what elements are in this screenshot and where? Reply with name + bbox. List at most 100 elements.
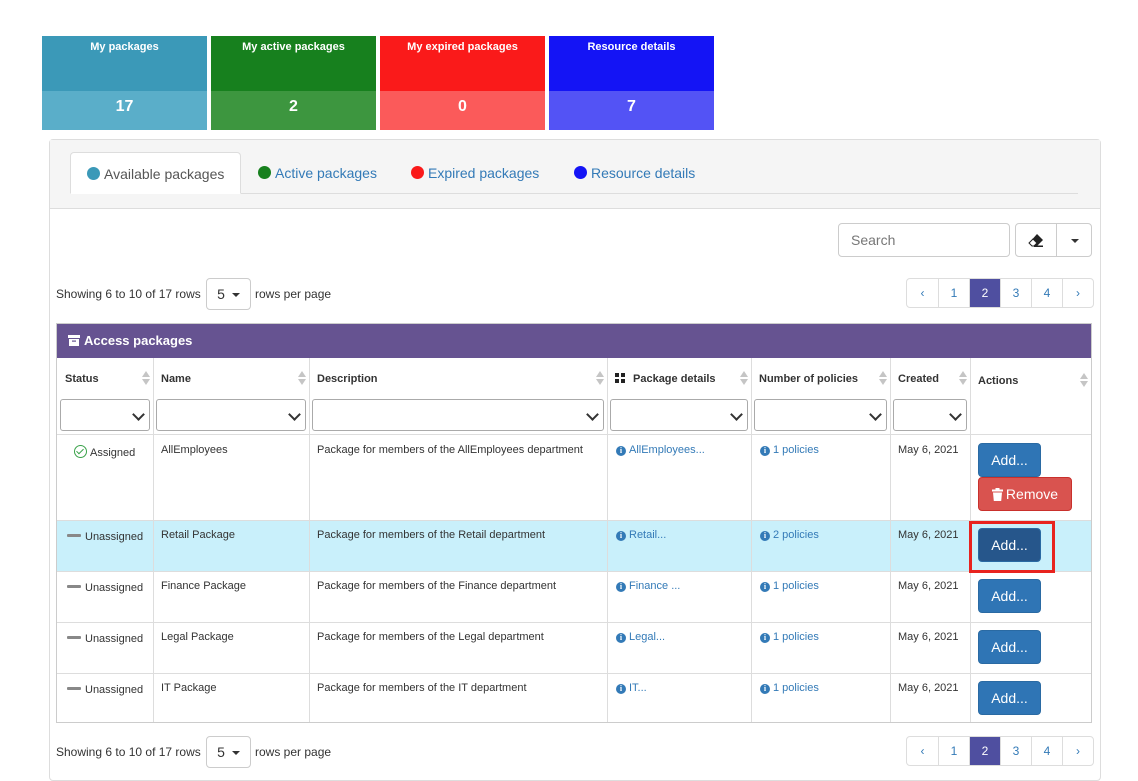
status-text: Unassigned xyxy=(85,684,144,696)
tile-label: My active packages xyxy=(211,36,376,91)
policies-filter-select[interactable] xyxy=(754,399,887,431)
page-size-value: 5 xyxy=(217,744,225,760)
tile-my-active-packages[interactable]: My active packages 2 xyxy=(211,36,376,130)
tab-label: Resource details xyxy=(591,165,696,181)
description-cell: Package for members of the AllEmployees … xyxy=(317,444,583,456)
package-details-link[interactable]: i Retail... xyxy=(616,529,666,541)
sort-icon xyxy=(740,371,748,387)
policies-link[interactable]: i2 policies xyxy=(760,529,819,541)
info-icon: i xyxy=(616,446,626,456)
package-details-link[interactable]: i IT... xyxy=(616,682,647,694)
created-filter-select[interactable] xyxy=(893,399,967,431)
link-text: 1 policies xyxy=(773,631,819,643)
tab-label: Expired packages xyxy=(428,165,540,181)
info-icon: i xyxy=(760,446,770,456)
columns-dropdown-button[interactable] xyxy=(1056,223,1092,257)
chevron-down-icon xyxy=(288,408,301,421)
remove-label: Remove xyxy=(1005,486,1059,502)
created-cell: May 6, 2021 xyxy=(898,631,959,643)
package-details-link[interactable]: i AllEmployees... xyxy=(616,444,705,456)
policies-link[interactable]: i1 policies xyxy=(760,444,819,456)
page-3-button[interactable]: 3 xyxy=(1000,279,1031,307)
sort-icon xyxy=(596,371,604,387)
page-size-select[interactable]: 5 xyxy=(206,736,251,768)
info-icon: i xyxy=(760,531,770,541)
minus-icon xyxy=(67,687,81,690)
policies-link[interactable]: i1 policies xyxy=(760,580,819,592)
column-header-name[interactable]: Name xyxy=(153,358,309,401)
status-text: Unassigned xyxy=(85,582,144,594)
table-row xyxy=(57,520,1091,571)
column-header-number-of-policies[interactable]: Number of policies xyxy=(751,358,890,401)
pagination-info: Showing 6 to 10 of 17 rows xyxy=(56,745,201,759)
rows-per-page-label: rows per page xyxy=(255,745,332,759)
page-2-button[interactable]: 2 xyxy=(969,279,1000,307)
tile-value: 2 xyxy=(211,91,376,130)
next-page-button[interactable]: › xyxy=(1062,737,1093,765)
page-2-button[interactable]: 2 xyxy=(969,737,1000,765)
page-4-button[interactable]: 4 xyxy=(1031,279,1062,307)
add-button[interactable]: Add... xyxy=(978,681,1041,715)
add-button[interactable]: Add... xyxy=(978,630,1041,664)
prev-page-button[interactable]: ‹ xyxy=(907,279,938,307)
page-3-button[interactable]: 3 xyxy=(1000,737,1031,765)
tab-expired-packages[interactable]: Expired packages xyxy=(395,152,555,194)
tile-resource-details[interactable]: Resource details 7 xyxy=(549,36,714,130)
minus-icon xyxy=(67,534,81,537)
column-label: Number of policies xyxy=(759,373,859,385)
column-label: Description xyxy=(317,373,378,385)
tile-label: My expired packages xyxy=(380,36,545,91)
highlight-annotation xyxy=(969,521,1055,573)
add-button[interactable]: Add... xyxy=(978,579,1041,613)
info-icon: i xyxy=(616,531,626,541)
prev-page-button[interactable]: ‹ xyxy=(907,737,938,765)
package-details-link[interactable]: i Legal... xyxy=(616,631,665,643)
policies-link[interactable]: i1 policies xyxy=(760,682,819,694)
policies-link[interactable]: i1 policies xyxy=(760,631,819,643)
package-details-filter-select[interactable] xyxy=(610,399,748,431)
tabs-header: Available packages Active packages Expir… xyxy=(50,140,1100,209)
search-input[interactable] xyxy=(838,223,1010,257)
page-size-select[interactable]: 5 xyxy=(206,278,251,310)
page-1-button[interactable]: 1 xyxy=(938,737,969,765)
description-filter-select[interactable] xyxy=(312,399,604,431)
package-details-link[interactable]: i Finance ... xyxy=(616,580,680,592)
remove-button[interactable]: Remove xyxy=(978,477,1072,511)
tile-my-expired-packages[interactable]: My expired packages 0 xyxy=(380,36,545,130)
chevron-down-icon xyxy=(869,408,882,421)
info-icon: i xyxy=(616,633,626,643)
status-cell: Unassigned xyxy=(67,582,143,594)
add-button[interactable]: Add... xyxy=(978,443,1041,477)
next-page-button[interactable]: › xyxy=(1062,279,1093,307)
tab-active-packages[interactable]: Active packages xyxy=(242,152,393,194)
status-filter-select[interactable] xyxy=(60,399,150,431)
pagination: ‹ 1 2 3 4 › xyxy=(906,736,1094,766)
page-1-button[interactable]: 1 xyxy=(938,279,969,307)
page-4-button[interactable]: 4 xyxy=(1031,737,1062,765)
column-header-created[interactable]: Created xyxy=(890,358,970,401)
tab-label: Available packages xyxy=(104,166,225,182)
name-filter-select[interactable] xyxy=(156,399,306,431)
sort-icon xyxy=(298,371,306,387)
column-header-package-details[interactable]: Package details xyxy=(607,358,751,401)
column-header-status[interactable]: Status xyxy=(57,358,153,401)
tab-resource-details[interactable]: Resource details xyxy=(558,152,711,194)
tile-my-packages[interactable]: My packages 17 xyxy=(42,36,207,130)
circle-icon xyxy=(574,166,587,179)
clear-search-button[interactable] xyxy=(1015,223,1057,257)
minus-icon xyxy=(67,585,81,588)
column-header-actions[interactable]: Actions xyxy=(970,358,1091,401)
column-header-description[interactable]: Description xyxy=(309,358,607,401)
link-text: 2 policies xyxy=(773,529,819,541)
info-icon: i xyxy=(760,684,770,694)
tile-value: 17 xyxy=(42,91,207,130)
created-cell: May 6, 2021 xyxy=(898,444,959,456)
chevron-down-icon xyxy=(132,408,145,421)
link-text: Legal... xyxy=(629,631,666,643)
tile-value: 7 xyxy=(549,91,714,130)
tab-available-packages[interactable]: Available packages xyxy=(70,152,241,194)
column-divider xyxy=(751,358,752,722)
chevron-down-icon xyxy=(586,408,599,421)
created-cell: May 6, 2021 xyxy=(898,580,959,592)
link-text: 1 policies xyxy=(773,682,819,694)
